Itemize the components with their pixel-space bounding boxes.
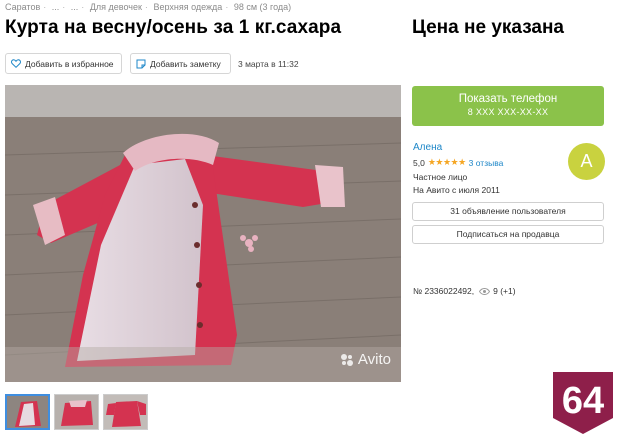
thumbnail-3[interactable] (103, 394, 148, 430)
breadcrumb-item-subcategory[interactable]: Верхняя одежда (153, 2, 222, 12)
avito-watermark-text: Avito (357, 351, 391, 368)
breadcrumb: Саратов · ... · ... · Для девочек · Верхняя … (5, 2, 292, 12)
ad-title: Курта на весну/осень за 1 кг.сахара (5, 17, 342, 38)
coat-photo-image (5, 85, 401, 382)
seller-card: Алена 5,0 ★★★★★ 3 отзыва Частное лицо На… (413, 142, 605, 195)
heart-icon (11, 59, 21, 68)
thumbnail-image (104, 395, 147, 429)
show-phone-label: Показать телефон (458, 93, 558, 105)
eye-icon (479, 287, 491, 295)
avito-logo-icon (340, 353, 353, 366)
thumbnail-2[interactable] (54, 394, 99, 430)
masked-phone-number: 8 XXX XXX-XX-XX (467, 107, 549, 117)
breadcrumb-item-size[interactable]: 98 см (3 года) (234, 2, 291, 12)
avatar-letter: А (580, 151, 593, 171)
breadcrumb-item-collapsed[interactable]: ... (71, 2, 79, 12)
show-phone-button[interactable]: Показать телефон 8 XXX XXX-XX-XX (412, 86, 604, 126)
ad-price: Цена не указана (412, 17, 564, 38)
views-count: 9 (+1) (493, 286, 516, 296)
breadcrumb-item-city[interactable]: Саратов (5, 2, 40, 12)
thumbnail-1[interactable] (5, 394, 50, 430)
add-note-label: Добавить заметку (150, 58, 221, 69)
posted-date: 3 марта в 11:32 (238, 59, 299, 69)
rating-stars-icon: ★★★★★ (427, 157, 466, 167)
rating-value: 5,0 (413, 157, 425, 168)
main-photo[interactable]: Avito (5, 85, 401, 382)
add-note-button[interactable]: Добавить заметку (130, 53, 231, 74)
add-to-favorites-label: Добавить в избранное (25, 58, 114, 69)
thumbnail-image (55, 395, 98, 429)
user-ads-button[interactable]: 31 объявление пользователя (412, 202, 604, 221)
photo-thumbnails (5, 394, 148, 430)
ad-number: № 2336022492, (413, 286, 475, 296)
avito-watermark: Avito (340, 351, 391, 368)
seller-avatar[interactable]: А (568, 143, 605, 180)
thumbnail-image (7, 396, 48, 428)
ad-meta: № 2336022492, 9 (+1) (413, 286, 516, 296)
breadcrumb-item-category[interactable]: Для девочек (90, 2, 142, 12)
note-icon (136, 59, 146, 68)
region-badge-text: 64 (562, 380, 604, 422)
breadcrumb-item-collapsed[interactable]: ... (52, 2, 60, 12)
add-to-favorites-button[interactable]: Добавить в избранное (5, 53, 122, 74)
reviews-link[interactable]: 3 отзыва (469, 158, 504, 168)
subscribe-seller-button[interactable]: Подписаться на продавца (412, 225, 604, 244)
region-badge: 64 (551, 368, 615, 440)
seller-since: На Авито с июля 2011 (413, 185, 500, 195)
